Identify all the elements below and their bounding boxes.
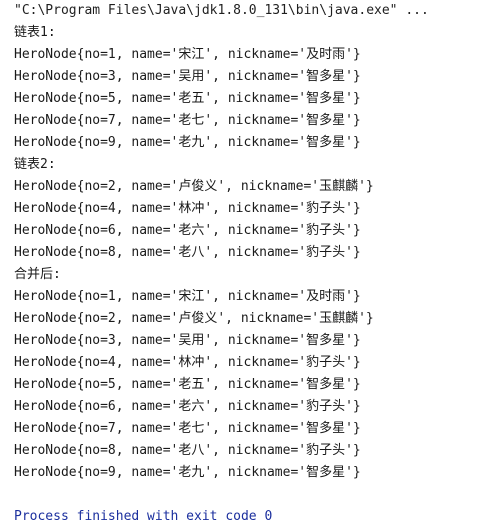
- console-line: HeroNode{no=1, name='宋江', nickname='及时雨'…: [14, 47, 361, 62]
- console-line: HeroNode{no=6, name='老六', nickname='豹子头'…: [14, 223, 361, 238]
- console-line: 链表1:: [14, 25, 56, 40]
- console-line: HeroNode{no=7, name='老七', nickname='智多星'…: [14, 113, 361, 128]
- console-line: HeroNode{no=8, name='老八', nickname='豹子头'…: [14, 443, 361, 458]
- console-line: HeroNode{no=4, name='林冲', nickname='豹子头'…: [14, 355, 361, 370]
- console-line: HeroNode{no=1, name='宋江', nickname='及时雨'…: [14, 289, 361, 304]
- console-line: HeroNode{no=5, name='老五', nickname='智多星'…: [14, 377, 361, 392]
- console-line: HeroNode{no=2, name='卢俊义', nickname='玉麒麟…: [14, 179, 374, 194]
- console-line: HeroNode{no=3, name='吴用', nickname='智多星'…: [14, 69, 361, 84]
- console-line: HeroNode{no=9, name='老九', nickname='智多星'…: [14, 135, 361, 150]
- console-line: HeroNode{no=7, name='老七', nickname='智多星'…: [14, 421, 361, 436]
- console-line: HeroNode{no=6, name='老六', nickname='豹子头'…: [14, 399, 361, 414]
- console-line: HeroNode{no=8, name='老八', nickname='豹子头'…: [14, 245, 361, 260]
- console-line: HeroNode{no=9, name='老九', nickname='智多星'…: [14, 465, 361, 480]
- exit-message: Process finished with exit code 0: [14, 509, 273, 524]
- console-gutter: [0, 0, 6, 531]
- console-line: 链表2:: [14, 157, 56, 172]
- console-line: HeroNode{no=5, name='老五', nickname='智多星'…: [14, 91, 361, 106]
- console-line: HeroNode{no=3, name='吴用', nickname='智多星'…: [14, 333, 361, 348]
- console-line: 合并后:: [14, 267, 61, 282]
- console-line: HeroNode{no=2, name='卢俊义', nickname='玉麒麟…: [14, 311, 374, 326]
- run-console-output[interactable]: "C:\Program Files\Java\jdk1.8.0_131\bin\…: [0, 0, 502, 531]
- console-line: HeroNode{no=4, name='林冲', nickname='豹子头'…: [14, 201, 361, 216]
- command-line: "C:\Program Files\Java\jdk1.8.0_131\bin\…: [14, 3, 429, 18]
